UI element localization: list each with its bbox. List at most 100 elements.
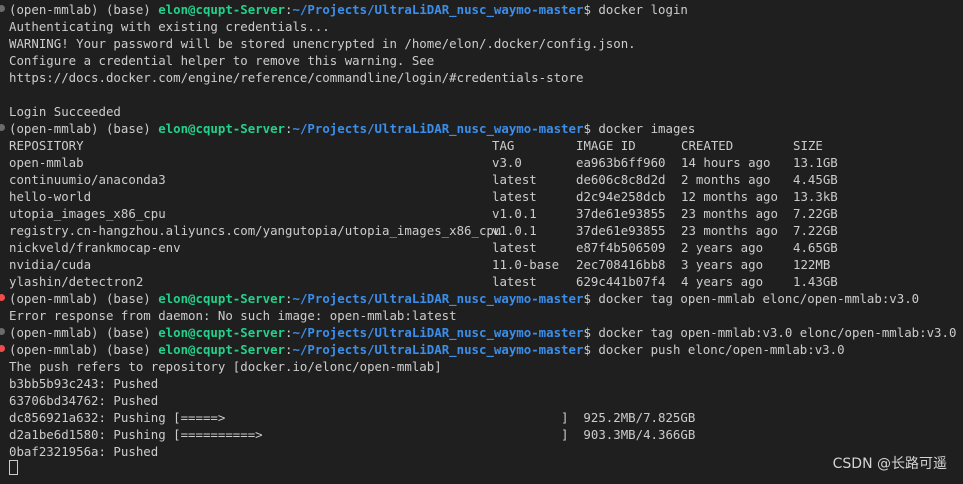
terminal-line: b3bb5b93c243: Pushed — [0, 375, 963, 392]
table-row: open-mmlab v3.0 ea963b6ff960 14 hours ago 13… — [0, 154, 963, 171]
prompt-user: elon@cqupt-Server — [158, 342, 286, 357]
push-progress-line: d2a1be6d1580: Pushing [==========> ] 903… — [0, 426, 963, 443]
table-cell: v3.0 — [492, 155, 522, 170]
prompt-env: (open-mmlab) (base) — [9, 2, 159, 17]
line-content: (open-mmlab) (base) elon@cqupt-Server:~/… — [9, 324, 956, 341]
command-text: docker login — [598, 2, 688, 17]
table-cell: 23 months ago — [681, 206, 778, 221]
watermark: CSDN @长路可遥 — [832, 456, 947, 472]
line-content: dc856921a632: Pushing [=====> ] 925.2MB/… — [9, 409, 695, 426]
error-status-dot-icon[interactable] — [0, 294, 5, 301]
table-cell: latest — [492, 189, 537, 204]
terminal-line: The push refers to repository [docker.io… — [0, 358, 963, 375]
prompt-path: ~/Projects/UltraLiDAR_nusc_waymo-master — [292, 291, 584, 306]
table-cell: 14 hours ago — [681, 155, 771, 170]
line-content: https://docs.docker.com/engine/reference… — [9, 69, 583, 86]
prompt-line: (open-mmlab) (base) elon@cqupt-Server:~/… — [0, 1, 963, 18]
line-content: (open-mmlab) (base) elon@cqupt-Server:~/… — [9, 120, 695, 137]
prompt-user: elon@cqupt-Server — [158, 291, 286, 306]
table-cell: utopia_images_x86_cpu — [9, 206, 166, 221]
prompt-user: elon@cqupt-Server — [158, 2, 286, 17]
status-dot-icon[interactable] — [0, 328, 5, 335]
prompt-env: (open-mmlab) (base) — [9, 121, 159, 136]
text-cursor[interactable] — [9, 460, 18, 475]
table-cell: 2 months ago — [681, 172, 771, 187]
table-cell: open-mmlab — [9, 155, 84, 170]
table-cell: 4.45GB — [793, 172, 838, 187]
prompt-sep: : — [285, 342, 293, 357]
output-text: b3bb5b93c243: Pushed — [9, 376, 159, 391]
table-cell: 629c441b07f4 — [576, 274, 666, 289]
table-row: nvidia/cuda 11.0-base 2ec708416bb8 3 years … — [0, 256, 963, 273]
table-row: continuumio/anaconda3 latest de606c8c8d2d 2… — [0, 171, 963, 188]
table-cell: 37de61e93855 — [576, 206, 666, 221]
table-cell: v1.0.1 — [492, 206, 537, 221]
table-cell: 23 months ago — [681, 223, 778, 238]
table-cell: ea963b6ff960 — [576, 155, 666, 170]
table-cell: 11.0-base — [492, 257, 560, 272]
table-cell: latest — [492, 172, 537, 187]
prompt-line: (open-mmlab) (base) elon@cqupt-Server:~/… — [0, 120, 963, 137]
output-text: Error response from daemon: No such imag… — [9, 308, 457, 323]
table-row: nickveld/frankmocap-env latest e87f4b50650… — [0, 239, 963, 256]
progress-text: dc856921a632: Pushing [=====> ] 925.2MB/… — [9, 410, 696, 425]
table-cell: latest — [492, 274, 537, 289]
table-cell: 1.43GB — [793, 274, 838, 289]
prompt-end: $ — [583, 291, 599, 306]
prompt-line: (open-mmlab) (base) elon@cqupt-Server:~/… — [0, 341, 963, 358]
prompt-end: $ — [583, 2, 599, 17]
line-content: d2a1be6d1580: Pushing [==========> ] 903… — [9, 426, 695, 443]
table-cell: latest — [492, 240, 537, 255]
line-content: Authenticating with existing credentials… — [9, 18, 330, 35]
prompt-user: elon@cqupt-Server — [158, 325, 286, 340]
prompt-line: (open-mmlab) (base) elon@cqupt-Server:~/… — [0, 324, 963, 341]
prompt-end: $ — [583, 121, 599, 136]
table-cell: CREATED — [681, 138, 734, 153]
table-cell: 2ec708416bb8 — [576, 257, 666, 272]
table-cell: 2 years ago — [681, 240, 764, 255]
command-text: docker tag open-mmlab:v3.0 elonc/open-mm… — [598, 325, 957, 340]
error-status-dot-icon[interactable] — [0, 345, 5, 352]
terminal-line: WARNING! Your password will be stored un… — [0, 35, 963, 52]
terminal[interactable]: (open-mmlab) (base) elon@cqupt-Server:~/… — [0, 0, 963, 484]
terminal-line: 0baf2321956a: Pushed — [0, 443, 963, 460]
table-cell: hello-world — [9, 189, 92, 204]
table-row: registry.cn-hangzhou.aliyuncs.com/yangut… — [0, 222, 963, 239]
table-cell: ylashin/detectron2 — [9, 274, 144, 289]
progress-text: d2a1be6d1580: Pushing [==========> ] 903… — [9, 427, 696, 442]
prompt-path: ~/Projects/UltraLiDAR_nusc_waymo-master — [292, 342, 584, 357]
table-cell: v1.0.1 — [492, 223, 537, 238]
status-dot-icon[interactable] — [0, 124, 5, 131]
table-row: ylashin/detectron2 latest 629c441b07f4 4 ye… — [0, 273, 963, 290]
terminal-line: Login Succeeded — [0, 103, 963, 120]
output-text: Login Succeeded — [9, 104, 121, 119]
table-cell: nickveld/frankmocap-env — [9, 240, 181, 255]
line-content: (open-mmlab) (base) elon@cqupt-Server:~/… — [9, 290, 919, 307]
table-row: utopia_images_x86_cpu v1.0.1 37de61e93855 2… — [0, 205, 963, 222]
line-content: Error response from daemon: No such imag… — [9, 307, 457, 324]
line-content: (open-mmlab) (base) elon@cqupt-Server:~/… — [9, 1, 688, 18]
table-cell: 4 years ago — [681, 274, 764, 289]
prompt-env: (open-mmlab) (base) — [9, 291, 159, 306]
status-dot-icon[interactable] — [0, 5, 5, 12]
table-cell: 4.65GB — [793, 240, 838, 255]
table-cell: de606c8c8d2d — [576, 172, 666, 187]
table-cell: TAG — [492, 138, 515, 153]
table-row: hello-world latest d2c94e258dcb 12 months a… — [0, 188, 963, 205]
push-progress-line: dc856921a632: Pushing [=====> ] 925.2MB/… — [0, 409, 963, 426]
table-cell: 37de61e93855 — [576, 223, 666, 238]
table-cell: SIZE — [793, 138, 823, 153]
cursor-line — [0, 460, 963, 477]
table-cell: d2c94e258dcb — [576, 189, 666, 204]
table-cell: IMAGE ID — [576, 138, 636, 153]
table-cell: 7.22GB — [793, 223, 838, 238]
line-content: (open-mmlab) (base) elon@cqupt-Server:~/… — [9, 341, 845, 358]
prompt-end: $ — [583, 342, 599, 357]
table-cell: 13.3kB — [793, 189, 838, 204]
terminal-line: https://docs.docker.com/engine/reference… — [0, 69, 963, 86]
prompt-user: elon@cqupt-Server — [158, 121, 286, 136]
line-content: The push refers to repository [docker.io… — [9, 358, 442, 375]
prompt-env: (open-mmlab) (base) — [9, 342, 159, 357]
prompt-path: ~/Projects/UltraLiDAR_nusc_waymo-master — [292, 121, 584, 136]
